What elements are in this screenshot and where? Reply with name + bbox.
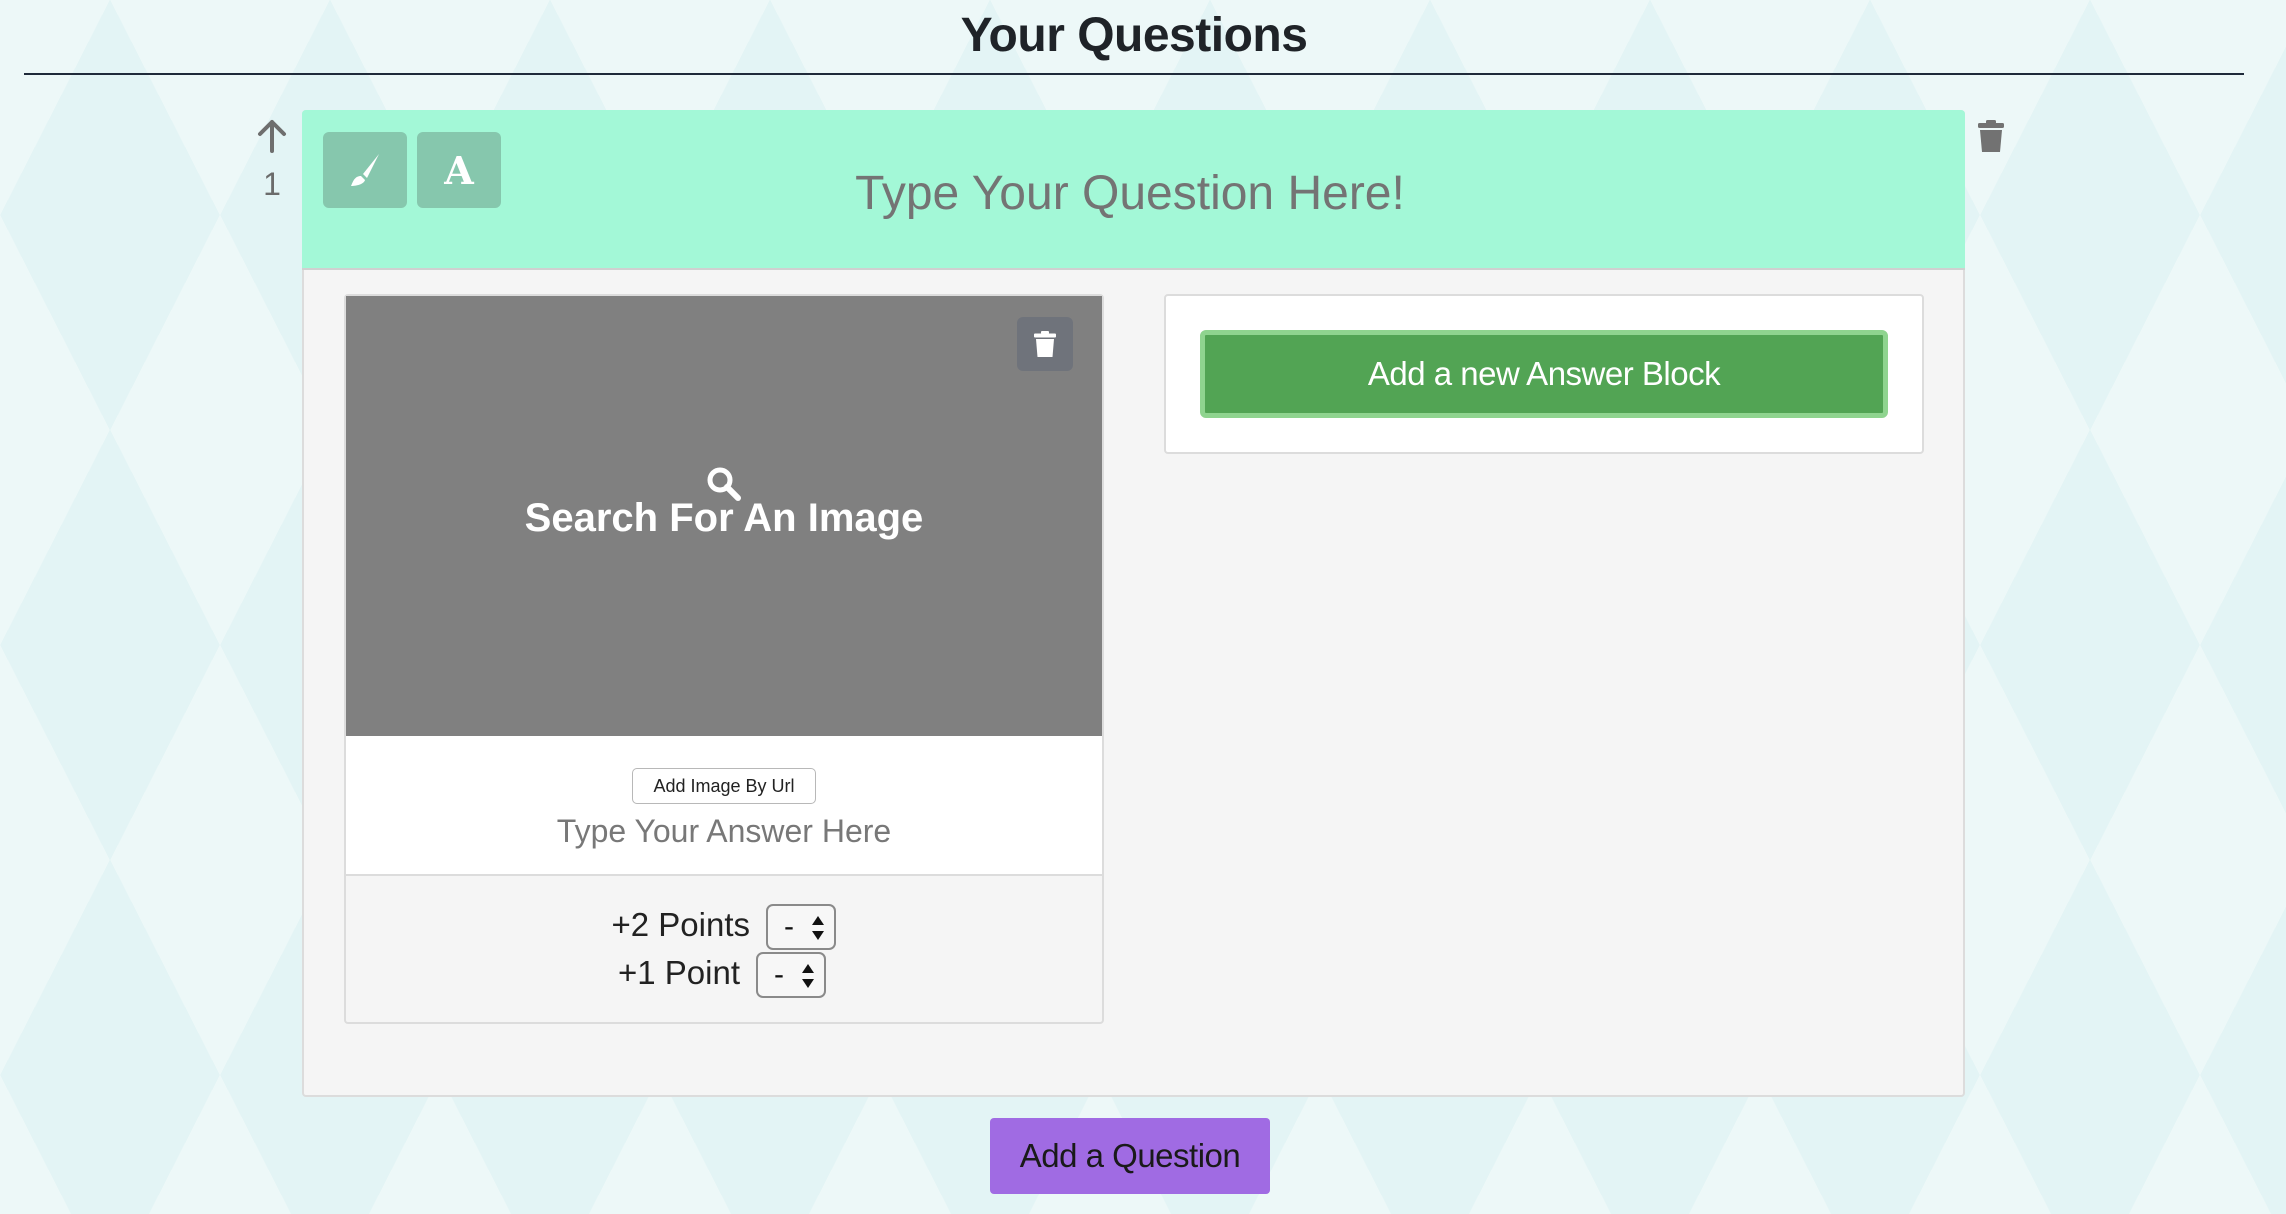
points-two-label: +2 Points — [611, 906, 750, 943]
add-answer-block-button[interactable]: Add a new Answer Block — [1200, 330, 1888, 418]
move-question-up-button[interactable] — [254, 118, 290, 154]
trash-icon — [1978, 120, 2004, 152]
stepper-arrows-icon — [802, 964, 814, 988]
points-one-value: - — [774, 958, 784, 991]
paintbrush-icon — [351, 154, 379, 186]
trash-icon — [1034, 331, 1056, 357]
arrow-up-icon — [258, 120, 286, 153]
title-divider — [24, 73, 2244, 75]
points-two-value: - — [784, 910, 794, 943]
delete-question-button[interactable] — [1974, 116, 2008, 156]
answer-text-input[interactable] — [400, 808, 1048, 854]
image-search-label: Search For An Image — [524, 496, 924, 540]
add-question-button[interactable]: Add a Question — [990, 1118, 1270, 1194]
points-one-label: +1 Point — [617, 954, 740, 991]
stepper-arrows-icon — [812, 916, 824, 940]
points-two-stepper[interactable]: - — [766, 904, 836, 950]
add-image-by-url-button[interactable]: Add Image By Url — [632, 768, 816, 804]
style-question-button[interactable] — [323, 132, 407, 208]
answer-text-area — [346, 736, 1102, 876]
question-number: 1 — [263, 166, 281, 202]
question-text-input[interactable] — [480, 160, 1780, 226]
font-icon: A — [444, 147, 474, 193]
page-title: Your Questions — [960, 9, 1308, 62]
points-one-stepper[interactable]: - — [756, 952, 826, 998]
delete-image-button[interactable] — [1017, 317, 1073, 371]
